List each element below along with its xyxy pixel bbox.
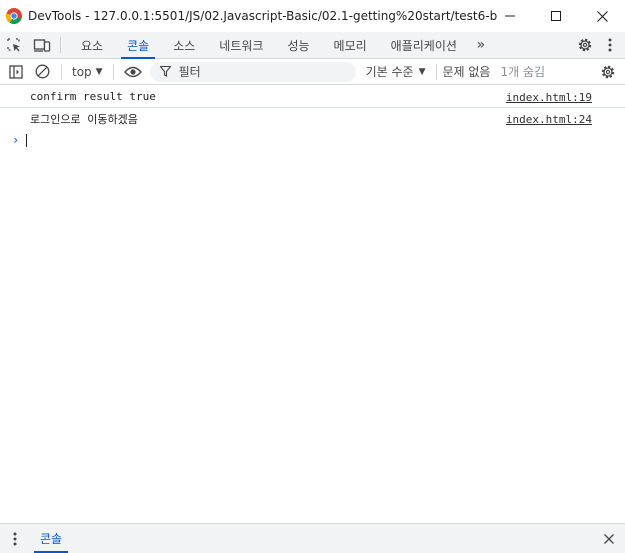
tab-label: 소스 bbox=[173, 38, 196, 53]
prompt-chevron-icon: › bbox=[12, 133, 20, 147]
minimize-icon bbox=[505, 15, 515, 17]
tab-label: 네트워크 bbox=[219, 38, 264, 53]
log-levels-label: 기본 수준 bbox=[365, 65, 414, 79]
toolbar-divider bbox=[112, 63, 114, 80]
live-expression-button[interactable] bbox=[120, 60, 146, 84]
source-link[interactable]: index.html:19 bbox=[506, 91, 592, 104]
dropdown-arrow-icon: ▼ bbox=[95, 66, 103, 77]
drawer-tab-console[interactable]: 콘솔 bbox=[30, 524, 72, 553]
main-tabbar: 요소 콘솔 소스 네트워크 성능 메모리 애플리케이션 » bbox=[0, 32, 625, 59]
device-toolbar-button[interactable] bbox=[28, 32, 56, 58]
minimize-button[interactable] bbox=[487, 0, 533, 32]
toolbar-divider bbox=[61, 63, 62, 80]
close-icon bbox=[596, 10, 608, 22]
tab-label: 성능 bbox=[287, 38, 310, 53]
inspect-element-button[interactable] bbox=[0, 32, 28, 58]
filter-placeholder: 필터 bbox=[178, 65, 201, 79]
console-message: confirm result true index.html:19 bbox=[0, 86, 625, 108]
tab-label: 요소 bbox=[81, 38, 104, 53]
issues-counter[interactable]: 문제 없음 bbox=[443, 63, 491, 80]
drawer-tabbar: 콘솔 bbox=[0, 523, 625, 553]
console-toolbar: top ▼ 필터 기본 수준 ▼ 문제 없음 1개 숨김 bbox=[0, 59, 625, 85]
console-settings-button[interactable] bbox=[595, 60, 621, 84]
maximize-icon bbox=[551, 11, 561, 21]
eye-icon bbox=[123, 66, 142, 77]
tab-label: 메모리 bbox=[333, 38, 367, 53]
tab-performance[interactable]: 성능 bbox=[275, 32, 321, 58]
tab-application[interactable]: 애플리케이션 bbox=[379, 32, 469, 58]
tabbar-divider bbox=[60, 37, 61, 53]
clear-icon bbox=[35, 64, 49, 79]
more-tabs-button[interactable]: » bbox=[469, 32, 493, 58]
close-window-button[interactable] bbox=[579, 0, 625, 32]
console-message: 로그인으로 이동하겠음 index.html:24 bbox=[0, 108, 625, 130]
window-title: DevTools - 127.0.0.1:5501/JS/02.Javascri… bbox=[28, 9, 498, 23]
sidebar-toggle-icon bbox=[9, 64, 23, 79]
tab-label: 콘솔 bbox=[127, 38, 150, 53]
customize-menu-button[interactable] bbox=[599, 32, 621, 58]
message-text: confirm result true bbox=[30, 90, 156, 103]
console-output[interactable]: confirm result true index.html:19 로그인으로 … bbox=[0, 86, 625, 523]
console-prompt[interactable]: › bbox=[0, 130, 625, 150]
gear-icon bbox=[601, 65, 615, 79]
tab-console[interactable]: 콘솔 bbox=[115, 32, 161, 59]
tab-elements[interactable]: 요소 bbox=[69, 32, 115, 58]
close-icon bbox=[604, 533, 614, 544]
gear-icon bbox=[578, 38, 592, 52]
tab-memory[interactable]: 메모리 bbox=[322, 32, 379, 58]
show-sidebar-button[interactable] bbox=[3, 60, 29, 84]
source-link[interactable]: index.html:24 bbox=[506, 113, 592, 126]
context-label: top bbox=[72, 64, 92, 79]
message-text: 로그인으로 이동하겠음 bbox=[30, 113, 138, 126]
close-drawer-button[interactable] bbox=[599, 524, 619, 553]
filter-icon bbox=[159, 66, 171, 77]
kebab-menu-icon bbox=[608, 38, 612, 52]
text-cursor bbox=[26, 133, 28, 147]
tab-label: 애플리케이션 bbox=[390, 38, 457, 53]
chrome-logo-icon bbox=[6, 8, 22, 24]
clear-console-button[interactable] bbox=[29, 60, 55, 84]
filter-input[interactable]: 필터 bbox=[149, 61, 356, 82]
drawer-tab-label: 콘솔 bbox=[40, 532, 63, 546]
toolbar-divider bbox=[435, 63, 437, 80]
double-chevron-icon: » bbox=[476, 37, 486, 53]
tab-sources[interactable]: 소스 bbox=[161, 32, 207, 58]
inspect-element-icon bbox=[7, 38, 20, 52]
tab-network[interactable]: 네트워크 bbox=[207, 32, 275, 58]
window-titlebar: DevTools - 127.0.0.1:5501/JS/02.Javascri… bbox=[0, 0, 625, 32]
settings-button[interactable] bbox=[571, 32, 599, 58]
kebab-menu-icon bbox=[13, 532, 17, 545]
dropdown-arrow-icon: ▼ bbox=[418, 66, 426, 77]
log-levels-dropdown[interactable]: 기본 수준 ▼ bbox=[366, 63, 426, 80]
drawer-menu-button[interactable] bbox=[0, 524, 30, 553]
hidden-messages-count: 1개 숨김 bbox=[500, 65, 546, 79]
context-selector[interactable]: top ▼ bbox=[68, 65, 107, 79]
maximize-button[interactable] bbox=[533, 0, 579, 32]
device-toggle-icon bbox=[33, 39, 51, 52]
